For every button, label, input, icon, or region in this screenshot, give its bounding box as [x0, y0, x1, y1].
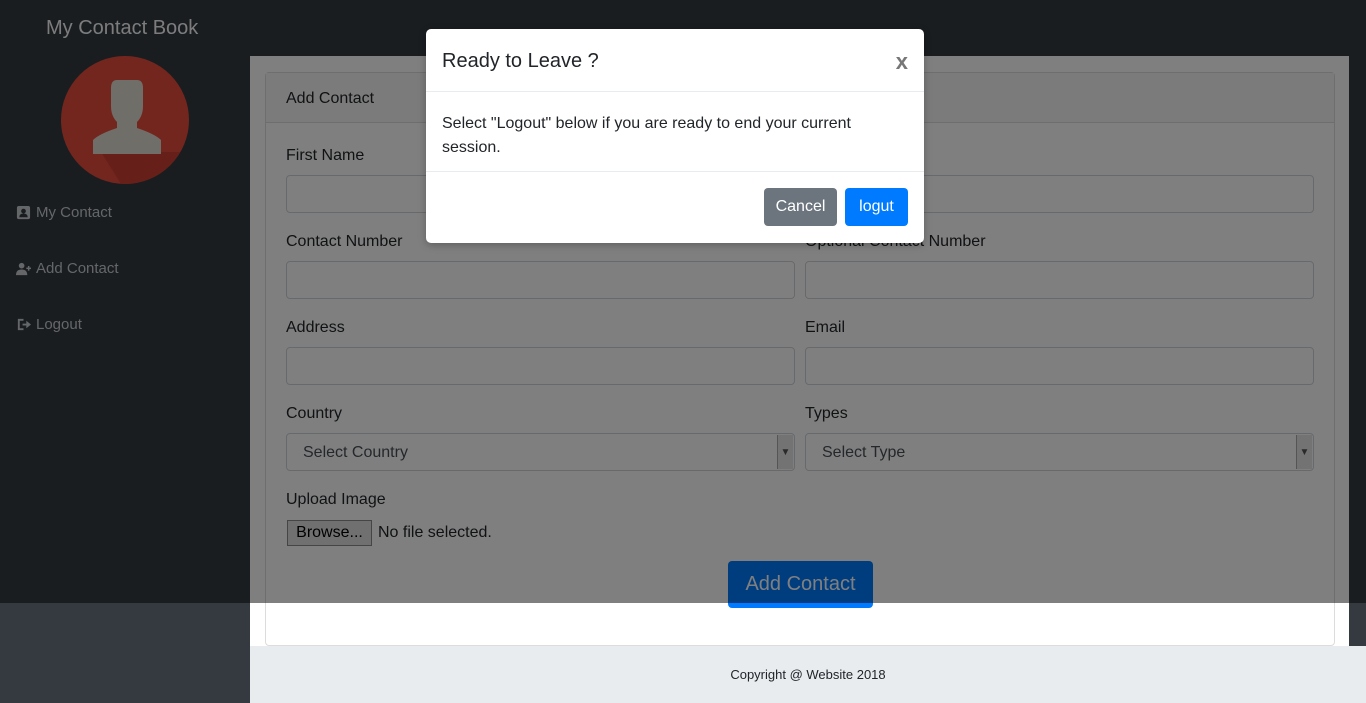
copyright-text: Copyright @ Website 2018 [730, 667, 886, 682]
modal-header: Ready to Leave ? x [426, 29, 924, 92]
modal-title: Ready to Leave ? [442, 50, 599, 72]
logout-modal: Ready to Leave ? x Select "Logout" below… [426, 29, 924, 243]
modal-footer: Cancel logut [426, 172, 924, 242]
cancel-button[interactable]: Cancel [764, 188, 837, 226]
footer: Copyright @ Website 2018 [250, 646, 1366, 702]
close-icon[interactable]: x [896, 49, 908, 75]
logout-button[interactable]: logut [845, 188, 908, 226]
modal-body: Select "Logout" below if you are ready t… [426, 92, 924, 172]
